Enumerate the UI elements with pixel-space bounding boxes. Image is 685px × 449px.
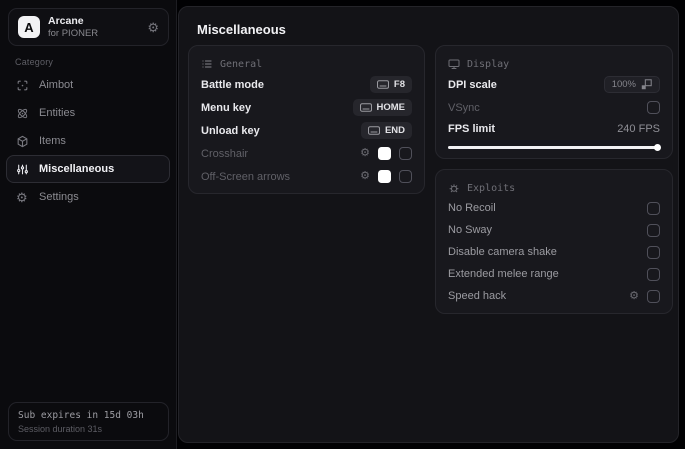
general-card-header: General: [201, 55, 412, 73]
crosshair-checkbox[interactable]: [399, 147, 412, 160]
sidebar-item-label: Entities: [39, 107, 76, 119]
disable-camera-shake-checkbox[interactable]: [647, 245, 660, 259]
setting-row-fps-limit: FPS limit 240 FPS: [448, 119, 660, 139]
setting-label: Disable camera shake: [448, 246, 557, 258]
extended-melee-range-checkbox[interactable]: [647, 267, 660, 281]
setting-label: Extended melee range: [448, 268, 559, 280]
setting-label: Menu key: [201, 101, 252, 114]
subscription-status-card: Sub expires in 15d 03h Session duration …: [8, 402, 169, 441]
setting-row-vsync: VSync: [448, 96, 660, 119]
sub-expiry-text: Sub expires in 15d 03h: [18, 410, 144, 421]
setting-label: No Recoil: [448, 202, 496, 214]
sidebar-item-miscellaneous[interactable]: Miscellaneous: [6, 155, 170, 183]
sidebar-item-entities[interactable]: Entities: [6, 99, 170, 127]
session-duration-text: Session duration 31s: [18, 424, 103, 434]
exploits-card-title: Exploits: [467, 182, 516, 194]
gear-icon[interactable]: ⚙: [360, 171, 370, 182]
keybind-value: F8: [393, 79, 405, 90]
setting-row-no-sway: No Sway: [448, 219, 660, 241]
keyboard-icon: [367, 126, 380, 135]
vsync-checkbox[interactable]: [647, 101, 660, 114]
atom-icon: [16, 107, 29, 120]
setting-row-no-recoil: No Recoil: [448, 197, 660, 219]
app-subtitle: for PIONER: [48, 27, 99, 39]
sidebar: A Arcane for PIONER ⚙ Category Aimbot En…: [0, 0, 177, 449]
category-label: Category: [15, 57, 54, 67]
no-recoil-checkbox[interactable]: [647, 201, 660, 215]
scale-icon: [641, 79, 652, 90]
dpi-scale-value: 100%: [611, 79, 636, 90]
keyboard-icon: [376, 80, 389, 89]
keybind-chip[interactable]: HOME: [352, 99, 412, 116]
box-icon: [16, 135, 29, 148]
sidebar-item-label: Aimbot: [39, 79, 74, 91]
gear-icon: ⚙: [16, 189, 28, 205]
app-logo: A: [18, 16, 40, 38]
sidebar-item-label: Items: [39, 135, 66, 147]
gear-icon[interactable]: ⚙: [147, 21, 159, 34]
display-card-header: Display: [448, 55, 660, 73]
setting-label: VSync: [448, 101, 480, 114]
exploits-card: Exploits No Recoil No Sway Disable camer…: [435, 169, 673, 314]
app-title: Arcane: [48, 14, 84, 27]
dpi-scale-chip[interactable]: 100%: [603, 76, 660, 93]
setting-row-extended-melee-range: Extended melee range: [448, 263, 660, 285]
main-panel: Miscellaneous General Battle mode F8 Men…: [178, 6, 679, 443]
setting-row-menu-key: Menu key HOME: [201, 96, 412, 119]
sidebar-item-items[interactable]: Items: [6, 127, 170, 155]
no-sway-checkbox[interactable]: [647, 223, 660, 237]
brand-text: Arcane for PIONER: [48, 15, 98, 40]
speed-hack-checkbox[interactable]: [647, 289, 660, 303]
color-swatch[interactable]: [378, 147, 391, 160]
keyboard-icon: [359, 103, 372, 112]
setting-label: Crosshair: [201, 147, 249, 160]
scan-icon: [16, 79, 29, 92]
setting-label: Off-Screen arrows: [201, 170, 291, 183]
slider-knob[interactable]: [654, 144, 661, 151]
setting-label: Speed hack: [448, 290, 507, 302]
sidebar-item-label: Miscellaneous: [39, 163, 115, 175]
sidebar-item-aimbot[interactable]: Aimbot: [6, 71, 170, 99]
display-card: Display DPI scale 100% VSync FPS limit 2…: [435, 45, 673, 159]
exploits-card-header: Exploits: [448, 179, 660, 197]
setting-row-crosshair: Crosshair ⚙: [201, 142, 412, 165]
app-window: A Arcane for PIONER ⚙ Category Aimbot En…: [0, 0, 685, 449]
general-card: General Battle mode F8 Menu key HOME Unl…: [188, 45, 425, 194]
general-card-title: General: [220, 58, 263, 70]
setting-label: FPS limit: [448, 123, 496, 135]
keybind-chip[interactable]: F8: [369, 76, 412, 93]
setting-row-speed-hack: Speed hack ⚙: [448, 285, 660, 307]
setting-row-battle-mode: Battle mode F8: [201, 73, 412, 96]
sidebar-item-label: Settings: [39, 191, 79, 203]
offscreen-arrows-checkbox[interactable]: [399, 170, 412, 183]
setting-row-unload-key: Unload key END: [201, 119, 412, 142]
setting-row-offscreen-arrows: Off-Screen arrows ⚙: [201, 165, 412, 188]
color-swatch[interactable]: [378, 170, 391, 183]
fps-limit-value: 240 FPS: [617, 123, 660, 135]
keybind-chip[interactable]: END: [360, 122, 412, 139]
display-card-title: Display: [467, 58, 510, 70]
sidebar-nav: Aimbot Entities Items Miscellaneous ⚙ Se…: [6, 71, 170, 211]
sidebar-item-settings[interactable]: ⚙ Settings: [6, 183, 170, 211]
sliders-icon: [16, 163, 29, 176]
bug-icon: [448, 182, 460, 194]
setting-label: No Sway: [448, 224, 493, 236]
setting-row-dpi-scale: DPI scale 100%: [448, 73, 660, 96]
fps-limit-slider[interactable]: [448, 144, 661, 151]
page-title: Miscellaneous: [197, 22, 286, 37]
monitor-icon: [448, 58, 460, 70]
keybind-value: HOME: [376, 102, 406, 113]
brand-card: A Arcane for PIONER ⚙: [8, 8, 169, 46]
setting-label: Unload key: [201, 124, 260, 137]
setting-label: DPI scale: [448, 78, 497, 91]
keybind-value: END: [384, 125, 405, 136]
gear-icon[interactable]: ⚙: [629, 290, 639, 302]
setting-row-disable-camera-shake: Disable camera shake: [448, 241, 660, 263]
setting-label: Battle mode: [201, 78, 264, 91]
list-icon: [201, 58, 213, 70]
gear-icon[interactable]: ⚙: [360, 148, 370, 159]
